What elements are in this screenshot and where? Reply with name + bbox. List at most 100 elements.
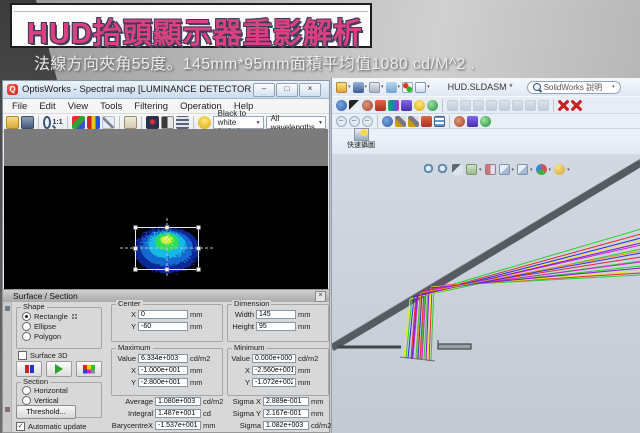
close-button[interactable]: ×	[299, 83, 321, 97]
palette-dropdown[interactable]: Black to white (color) ▼	[213, 116, 264, 129]
automatic-update-checkbox[interactable]: ✓ Automatic update	[16, 422, 86, 431]
simulation-chart-icon[interactable]	[375, 100, 386, 111]
zoom-icon[interactable]	[43, 116, 51, 129]
lightbulb-icon[interactable]	[414, 100, 425, 111]
previous-view-icon[interactable]	[452, 164, 463, 175]
wavelength-dropdown[interactable]: All wavelengths ▼	[266, 116, 326, 129]
disabled-tool-icon[interactable]	[538, 100, 549, 111]
print-icon[interactable]	[369, 82, 380, 93]
disabled-tool-icon[interactable]	[512, 100, 523, 111]
options-icon[interactable]	[415, 82, 426, 93]
save-icon[interactable]	[353, 82, 364, 93]
center-y-field[interactable]	[138, 322, 188, 331]
view-orientation-icon[interactable]	[499, 164, 510, 175]
analysis-chart-icon[interactable]	[421, 116, 432, 127]
mate-flag-icon[interactable]	[558, 100, 569, 111]
move-handle-icon[interactable]	[71, 313, 78, 320]
sketch-edit-icon[interactable]	[408, 116, 419, 127]
max-value-field[interactable]	[138, 354, 188, 363]
menu-view[interactable]: View	[62, 101, 94, 112]
color-triangle-button[interactable]	[46, 361, 72, 377]
select-cursor-icon[interactable]	[349, 100, 360, 111]
view-settings-icon[interactable]	[485, 164, 496, 175]
open-icon[interactable]	[336, 82, 347, 93]
radio-vertical[interactable]: Vertical	[22, 396, 101, 405]
quick-capture-tool[interactable]: 快速攝圖	[345, 128, 377, 150]
display-style-icon[interactable]	[517, 164, 528, 175]
disabled-tool-icon[interactable]	[499, 100, 510, 111]
disabled-tool-icon[interactable]	[525, 100, 536, 111]
optis-sensor-icon[interactable]	[362, 100, 373, 111]
map-result-icon[interactable]	[467, 116, 478, 127]
spectrum-chart-icon[interactable]	[388, 100, 399, 111]
menu-edit[interactable]: Edit	[33, 101, 61, 112]
zoom-out-icon[interactable]	[349, 116, 360, 127]
render-globe-icon[interactable]	[427, 100, 438, 111]
disabled-tool-icon[interactable]	[486, 100, 497, 111]
min-x-field[interactable]	[252, 366, 296, 375]
min-y-field[interactable]	[252, 378, 296, 387]
color-grid-button[interactable]	[76, 361, 102, 377]
height-field[interactable]	[256, 322, 296, 331]
rebuild-icon[interactable]	[402, 82, 413, 93]
zoom-to-fit-icon[interactable]	[424, 164, 435, 175]
minimize-button[interactable]: –	[253, 83, 275, 97]
color-triangle-icon[interactable]	[72, 116, 85, 129]
disabled-tool-icon[interactable]	[460, 100, 471, 111]
sigma-field[interactable]	[263, 421, 309, 430]
integral-field[interactable]	[155, 409, 201, 418]
levels-icon[interactable]	[176, 116, 189, 129]
surface-3d-checkbox[interactable]: Surface 3D	[18, 351, 68, 360]
radio-ellipse[interactable]: Ellipse	[22, 322, 101, 331]
menu-tools[interactable]: Tools	[94, 101, 128, 112]
false-color-button[interactable]	[16, 361, 42, 377]
section-view-icon[interactable]	[466, 164, 477, 175]
optis-source-icon[interactable]	[336, 100, 347, 111]
appearance-icon[interactable]	[536, 164, 547, 175]
previous-view-icon[interactable]	[336, 116, 347, 127]
menu-file[interactable]: File	[6, 101, 33, 112]
detector-grid-icon[interactable]	[434, 116, 445, 127]
result-map-icon[interactable]	[401, 100, 412, 111]
optis-run-icon[interactable]	[454, 116, 465, 127]
center-x-field[interactable]	[138, 310, 188, 319]
max-y-field[interactable]	[138, 378, 188, 387]
scene-icon[interactable]	[554, 164, 565, 175]
search-box[interactable]: SolidWorks 說明 ▾	[527, 81, 621, 94]
zoom-fit-icon[interactable]	[362, 116, 373, 127]
sigma-x-field[interactable]	[263, 397, 309, 406]
lightbulb-icon[interactable]	[198, 116, 211, 129]
max-x-field[interactable]	[138, 366, 188, 375]
surface-section-titlebar[interactable]: Surface / Section ×	[3, 290, 329, 302]
close-icon[interactable]: ×	[315, 291, 326, 302]
threshold-button[interactable]: Threshold...	[16, 405, 76, 419]
width-field[interactable]	[256, 310, 296, 319]
radio-horizontal[interactable]: Horizontal	[22, 386, 101, 395]
radio-polygon[interactable]: Polygon	[22, 332, 101, 341]
save-icon[interactable]	[21, 116, 34, 129]
undo-icon[interactable]	[386, 82, 397, 93]
disabled-tool-icon[interactable]	[473, 100, 484, 111]
contrast-icon[interactable]	[161, 116, 174, 129]
detector-map-icon[interactable]	[146, 116, 159, 129]
measure-icon[interactable]	[102, 116, 115, 129]
open-icon[interactable]	[6, 116, 19, 129]
luminance-map-canvas[interactable]	[4, 166, 328, 290]
sketch-icon[interactable]	[395, 116, 406, 127]
optis-tool-icon[interactable]	[382, 116, 393, 127]
cad-viewport[interactable]: ▾ ▾ ▾ ▾ ▾	[332, 154, 640, 433]
optisworks-titlebar[interactable]: Q OptisWorks - Spectral map [LUMINANCE D…	[3, 81, 329, 99]
barycentre-x-field[interactable]	[155, 421, 201, 430]
average-field[interactable]	[155, 397, 201, 406]
maximize-button[interactable]: □	[276, 83, 298, 97]
min-value-field[interactable]	[252, 354, 296, 363]
menu-filtering[interactable]: Filtering	[128, 101, 174, 112]
disabled-tool-icon[interactable]	[447, 100, 458, 111]
render-globe-icon[interactable]	[480, 116, 491, 127]
color-scale-icon[interactable]	[87, 116, 100, 129]
sigma-y-field[interactable]	[263, 409, 309, 418]
zoom-to-area-icon[interactable]	[438, 164, 449, 175]
mate-flag-icon[interactable]	[571, 100, 582, 111]
radio-rectangle[interactable]: Rectangle	[22, 312, 101, 321]
clipboard-icon[interactable]	[124, 116, 137, 129]
